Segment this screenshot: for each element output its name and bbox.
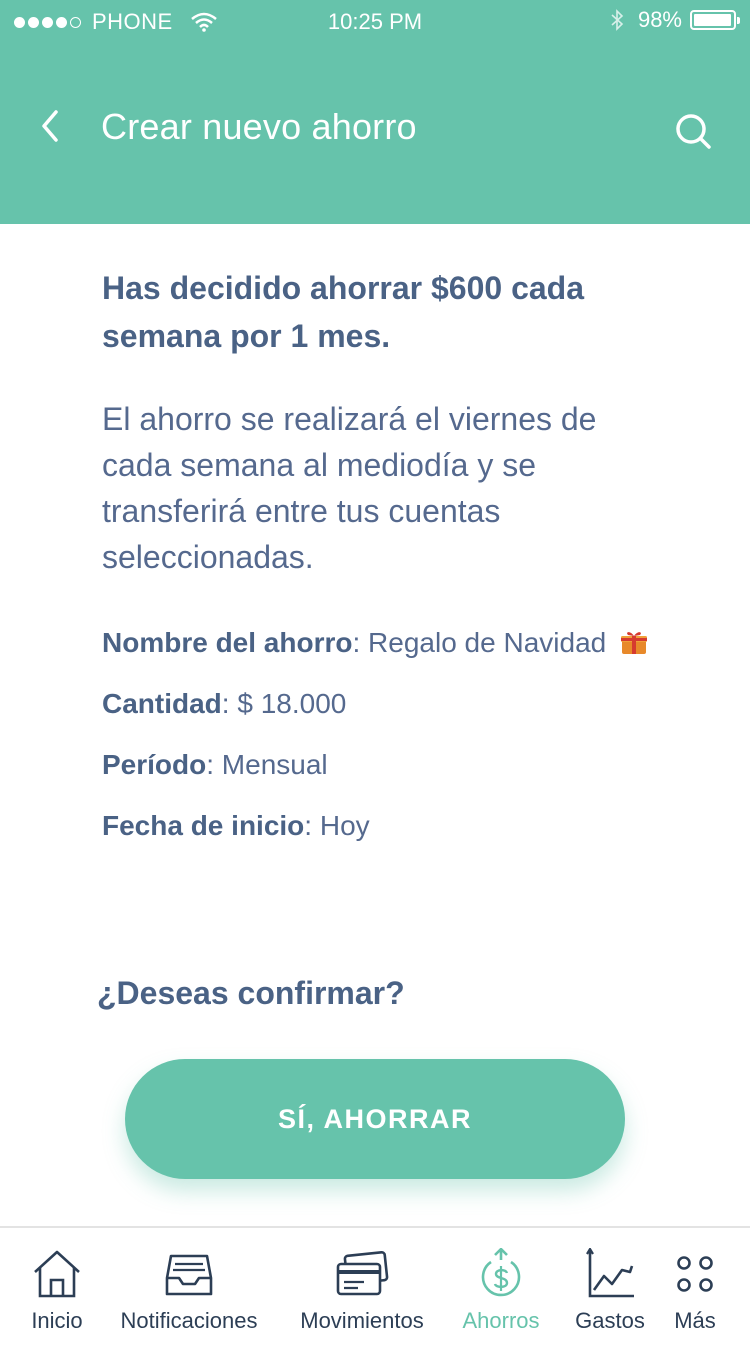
savings-icon	[481, 1248, 521, 1297]
cards-icon	[336, 1250, 389, 1296]
battery-icon	[690, 10, 740, 30]
detail-start-date-label: Fecha de inicio	[102, 810, 305, 841]
tab-notificaciones[interactable]: Notificaciones	[112, 1228, 266, 1352]
tab-label: Más	[674, 1308, 716, 1333]
detail-name: Nombre del ahorro: Regalo de Navidad	[102, 622, 662, 664]
tab-ahorros[interactable]: Ahorros	[456, 1228, 546, 1352]
savings-description: El ahorro se realizará el viernes de cad…	[102, 401, 597, 575]
chart-icon	[586, 1248, 634, 1298]
status-right: 98%	[610, 7, 740, 33]
confirm-save-button[interactable]: SÍ, AHORRAR	[125, 1059, 625, 1179]
savings-summary: Has decidido ahorrar $600 cada semana po…	[102, 270, 584, 354]
tab-label: Ahorros	[462, 1308, 540, 1333]
detail-period-label: Período	[102, 749, 207, 780]
tab-mas[interactable]: Más	[666, 1228, 724, 1352]
tab-bar: Inicio Notificaciones Movimientos Ahorro…	[0, 1226, 750, 1352]
detail-period: Período: Mensual	[102, 749, 328, 780]
search-button[interactable]	[674, 112, 712, 150]
detail-amount: Cantidad: $ 18.000	[102, 688, 347, 719]
page-title: Crear nuevo ahorro	[101, 106, 417, 147]
more-icon	[677, 1256, 713, 1292]
bluetooth-icon	[611, 9, 624, 31]
back-button[interactable]	[34, 106, 70, 146]
detail-start-date: Fecha de inicio: Hoy	[102, 810, 370, 841]
inbox-icon	[165, 1254, 213, 1296]
tab-movimientos[interactable]: Movimientos	[290, 1228, 434, 1352]
detail-name-value: Regalo de Navidad	[368, 627, 607, 658]
detail-period-value: Mensual	[221, 749, 328, 780]
home-icon	[34, 1250, 80, 1298]
tab-label: Notificaciones	[120, 1308, 258, 1333]
confirm-question: ¿Deseas confirmar?	[97, 975, 405, 1011]
detail-amount-label: Cantidad	[102, 688, 222, 719]
app-header: PHONE 10:25 PM 98% Crear nuevo ahorro	[0, 0, 750, 224]
status-bar: PHONE 10:25 PM 98%	[0, 0, 750, 42]
tab-inicio[interactable]: Inicio	[24, 1228, 90, 1352]
tab-label: Gastos	[575, 1308, 645, 1333]
tab-label: Inicio	[31, 1308, 83, 1333]
detail-name-label: Nombre del ahorro	[102, 627, 353, 658]
detail-start-date-value: Hoy	[319, 810, 370, 841]
detail-amount-value: $ 18.000	[237, 688, 347, 719]
tab-label: Movimientos	[300, 1308, 424, 1333]
tab-gastos[interactable]: Gastos	[570, 1228, 650, 1352]
savings-details: Nombre del ahorro: Regalo de Navidad Can…	[102, 622, 662, 866]
battery-percent: 98%	[637, 7, 682, 32]
gift-icon	[621, 632, 647, 654]
